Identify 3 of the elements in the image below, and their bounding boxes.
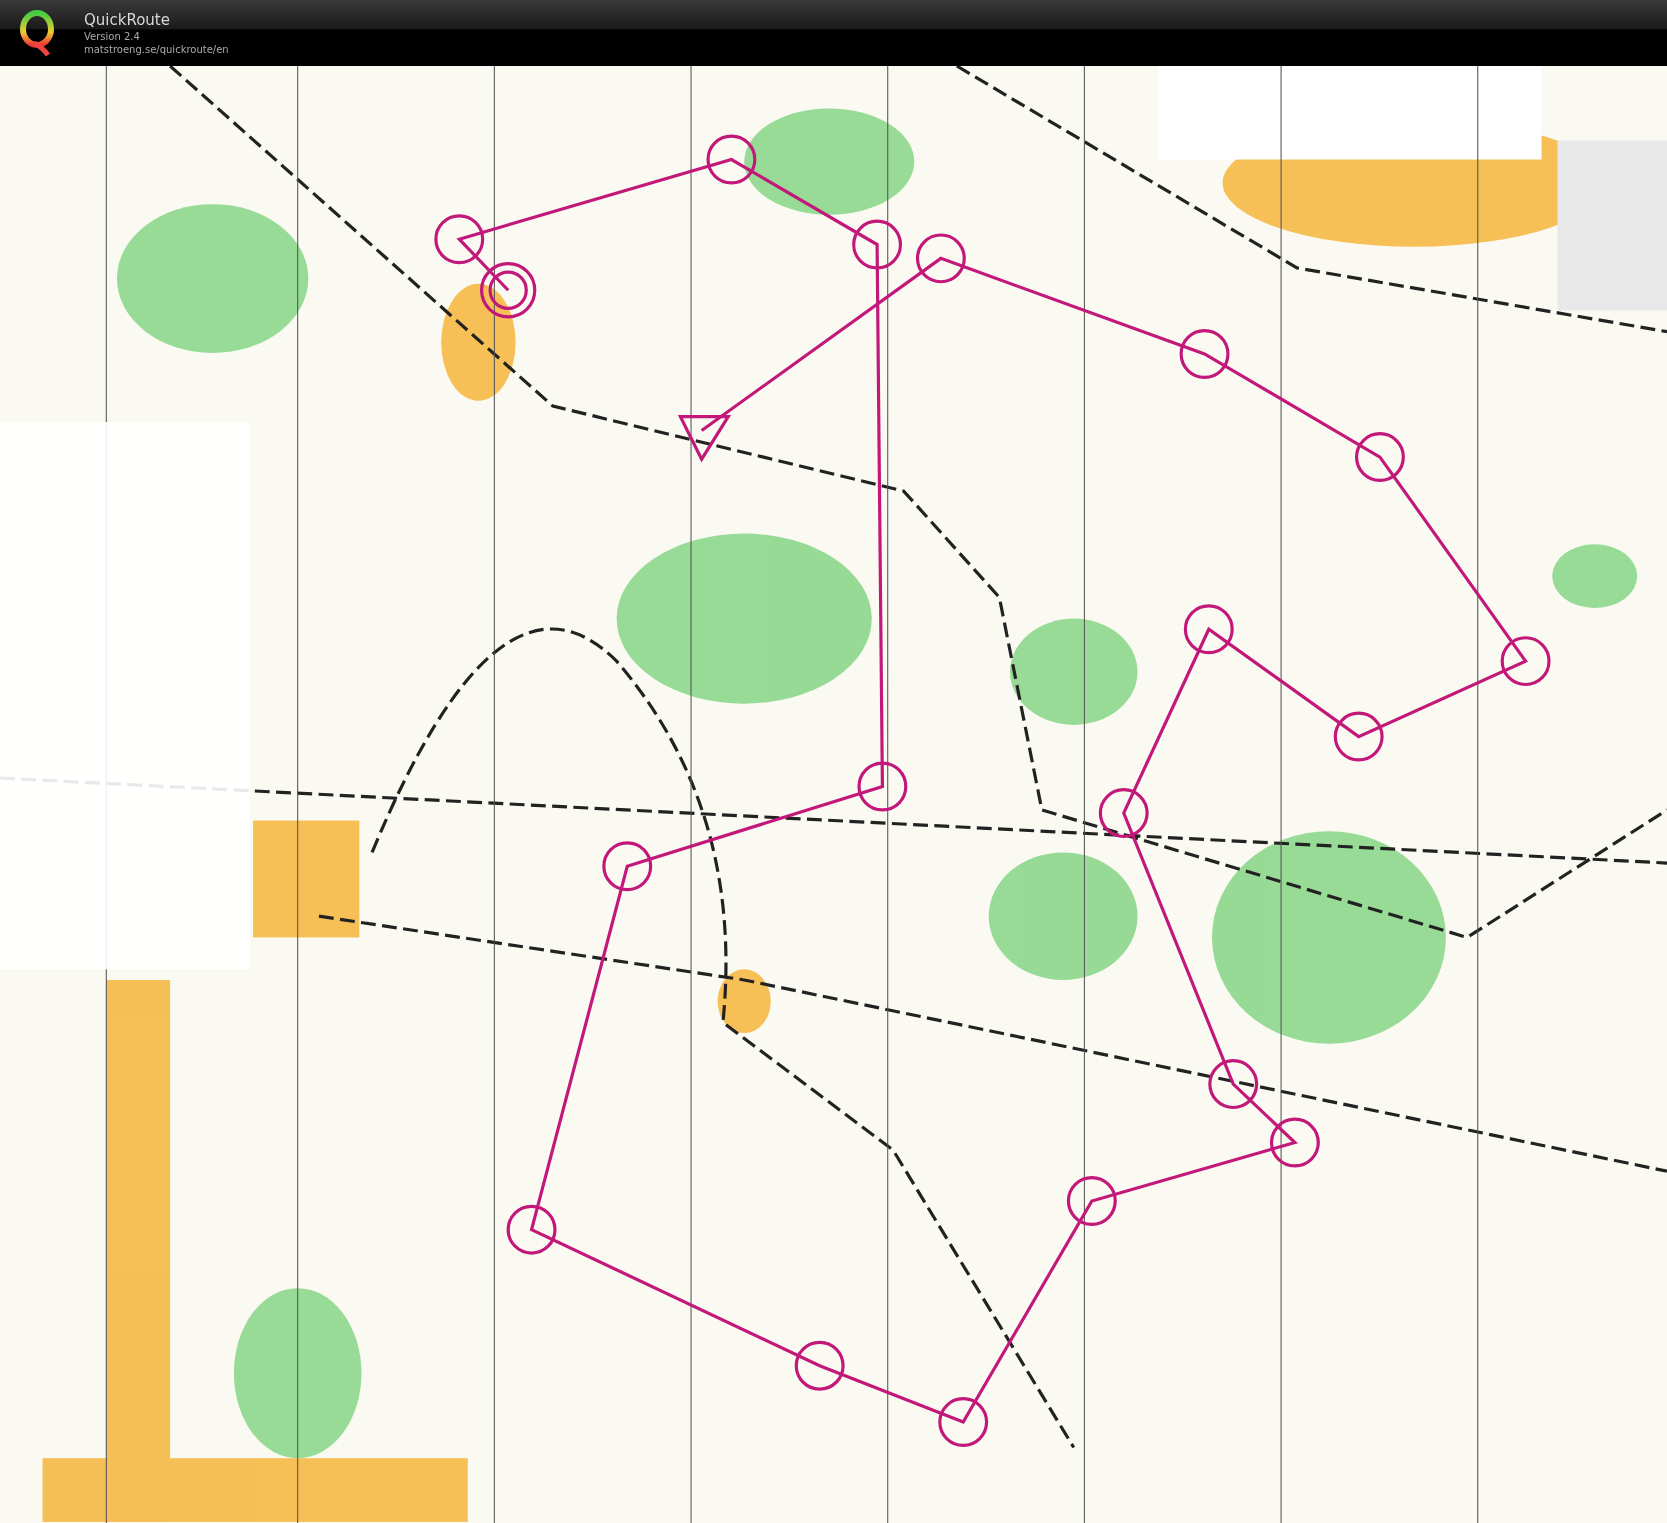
app-title: QuickRoute bbox=[84, 10, 171, 30]
version-label: Version 2.4 bbox=[84, 30, 141, 43]
website-link[interactable]: matstroeng.se/quickroute/en bbox=[84, 43, 229, 56]
